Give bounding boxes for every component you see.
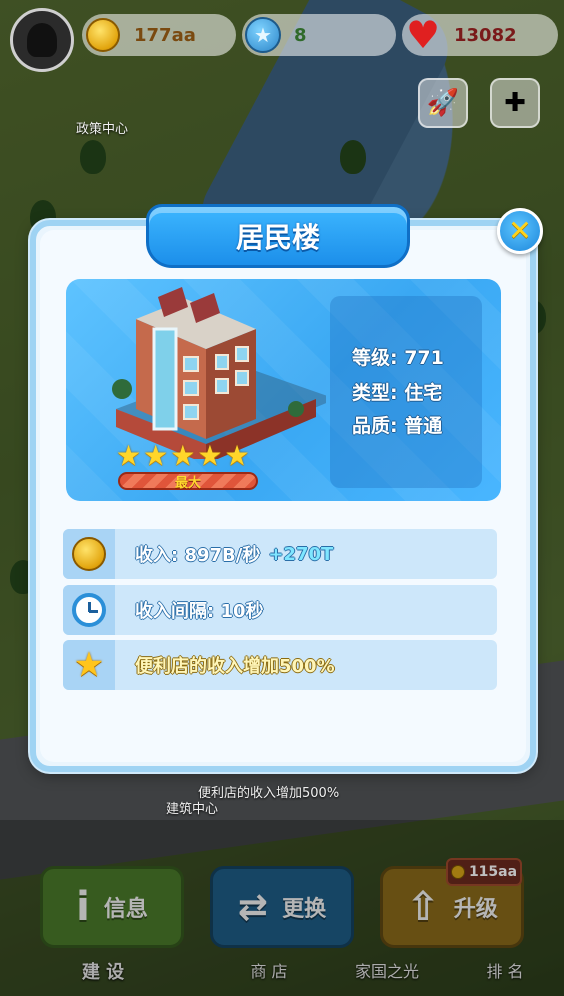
max-level-label: 最大 xyxy=(174,475,201,491)
effect-row: ★ 便利店的收入增加500% xyxy=(63,640,497,690)
star-icon: ★ xyxy=(242,14,284,56)
rating-star-icon: ★ xyxy=(116,439,142,472)
rocket-icon[interactable]: 🚀 xyxy=(418,78,468,128)
rating-star-icon: ★ xyxy=(170,439,196,472)
coin-icon xyxy=(82,14,124,56)
medical-icon[interactable]: ✚ xyxy=(490,78,540,128)
heart-icon: ♥ xyxy=(405,13,441,57)
income-row: 收入: 897B/秒 +270T xyxy=(63,529,497,579)
bottom-dim xyxy=(0,820,564,996)
close-button[interactable]: ✕ xyxy=(497,208,543,254)
close-icon: ✕ xyxy=(508,214,532,247)
heart-counter[interactable]: ♥ 13082 xyxy=(402,14,558,56)
coin-counter[interactable]: 177aa xyxy=(82,14,236,56)
level-text: 等级: 771 xyxy=(352,347,444,369)
heart-value: 13082 xyxy=(454,24,517,46)
star-rating: ★ ★ ★ ★ ★ xyxy=(116,442,250,470)
bonus-hint-label: 便利店的收入增加500% xyxy=(198,786,340,801)
income-bonus: +270T xyxy=(268,543,334,565)
dialog-title: 居民楼 xyxy=(146,204,410,268)
quality-text: 品质: 普通 xyxy=(352,415,443,437)
rating-star-icon: ★ xyxy=(143,439,169,472)
max-level-bar: 最大 xyxy=(118,472,258,491)
coin-value: 177aa xyxy=(134,24,196,46)
clock-icon xyxy=(63,585,115,635)
effect-text: 便利店的收入增加500% xyxy=(135,656,335,677)
interval-text: 收入间隔: 10秒 xyxy=(135,601,264,622)
rating-star-icon: ★ xyxy=(224,439,250,472)
type-text: 类型: 住宅 xyxy=(352,382,443,404)
rating-star-icon: ★ xyxy=(197,439,223,472)
income-text: 收入: 897B/秒 xyxy=(135,545,261,566)
star-counter[interactable]: ★ 8 xyxy=(242,14,396,56)
star-value: 8 xyxy=(294,24,307,46)
star-icon: ★ xyxy=(63,640,115,690)
coin-icon xyxy=(63,529,115,579)
residential-building-icon xyxy=(112,287,326,459)
policy-center-label: 政策中心 xyxy=(76,122,129,137)
interval-row: 收入间隔: 10秒 xyxy=(63,585,497,635)
avatar[interactable] xyxy=(10,8,74,72)
